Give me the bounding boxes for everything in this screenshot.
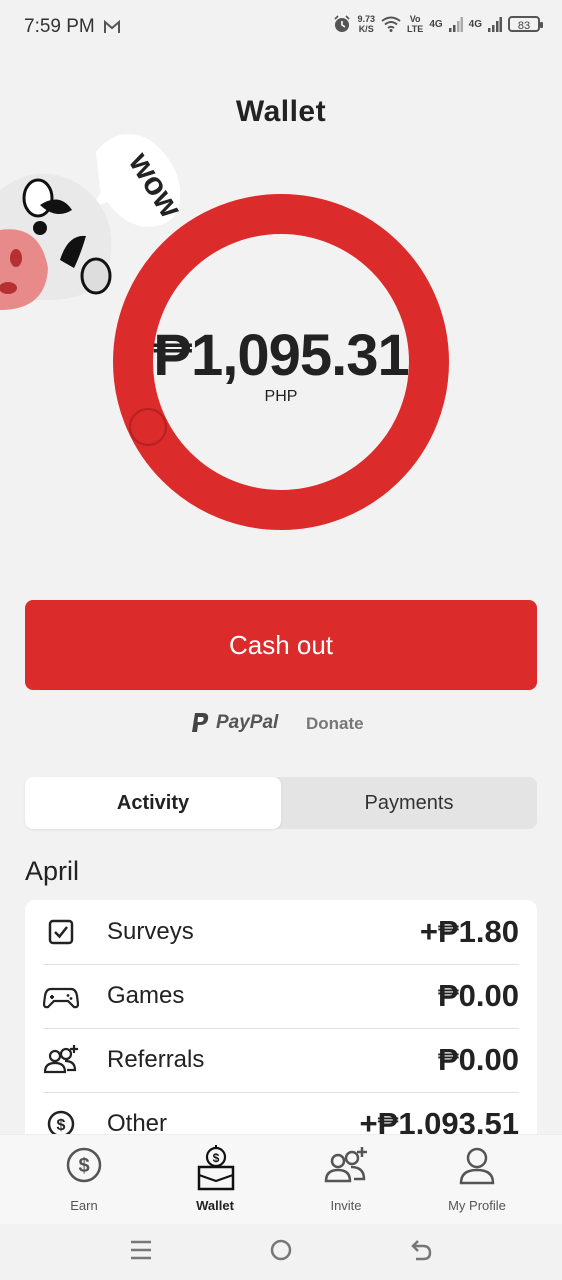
network-type-2: 4G <box>468 18 482 30</box>
nav-label: Wallet <box>196 1198 234 1213</box>
nav-label: Invite <box>330 1198 362 1213</box>
speed-value: 9.73 <box>357 14 375 24</box>
wallet-currency: PHP <box>264 388 298 405</box>
add-users-icon <box>43 1045 78 1074</box>
svg-text:$: $ <box>213 1151 220 1165</box>
nav-wallet[interactable]: $ Wallet <box>150 1135 280 1225</box>
nav-invite[interactable]: Invite <box>281 1135 411 1225</box>
list-item-label: Games <box>107 982 185 1009</box>
list-item-label: Surveys <box>107 918 194 945</box>
list-item-label: Referrals <box>107 1046 205 1073</box>
donate-link[interactable]: Donate <box>306 714 364 734</box>
nav-my-profile[interactable]: My Profile <box>412 1135 542 1225</box>
wallet-balance: ₱1,095.31 <box>153 323 409 388</box>
status-bar: 7:59 PM 9.73 K/S Vo LTE 4G 4G 83 <box>0 0 562 56</box>
month-heading: April <box>25 856 80 886</box>
add-users-icon <box>324 1147 367 1183</box>
gamepad-icon <box>43 987 79 1009</box>
wallet-icon: $ <box>197 1145 235 1191</box>
back-icon[interactable] <box>410 1238 432 1262</box>
status-icons: 9.73 K/S Vo LTE 4G 4G 83 <box>333 14 543 34</box>
home-icon[interactable] <box>270 1238 292 1262</box>
network-speed: 9.73 K/S <box>357 14 375 34</box>
status-time: 7:59 PM <box>24 16 95 37</box>
list-item-games[interactable]: Games ₱0.00 <box>43 964 519 1029</box>
alarm-icon <box>334 15 351 32</box>
tab-payments[interactable]: Payments <box>281 777 537 829</box>
list-item-surveys[interactable]: Surveys +₱1.80 <box>43 900 519 965</box>
svg-text:$: $ <box>57 1117 66 1134</box>
paypal-link[interactable]: PayPal <box>190 712 278 734</box>
dollar-coin-icon: $ <box>66 1147 102 1183</box>
network-type-1: 4G <box>429 18 443 30</box>
volte-indicator: Vo LTE <box>407 14 423 34</box>
list-item-amount: +₱1.80 <box>419 914 519 949</box>
nav-label: My Profile <box>448 1198 506 1213</box>
battery-indicator: 83 <box>508 16 543 32</box>
paypal-icon <box>192 713 209 732</box>
menu-icon[interactable] <box>130 1238 152 1262</box>
volte-top: Vo <box>409 14 421 24</box>
gmail-icon <box>104 20 120 33</box>
signal-icon-1 <box>448 17 463 32</box>
user-profile-icon <box>459 1147 495 1185</box>
activity-tabs: Activity Payments <box>25 777 537 829</box>
bottom-navigation: $ Earn $ Wallet Invite My Profile <box>0 1134 562 1225</box>
nav-label: Earn <box>70 1198 98 1213</box>
system-navigation <box>0 1224 562 1280</box>
volte-bottom: LTE <box>406 24 424 34</box>
checkbox-icon <box>48 919 74 945</box>
page-title: Wallet <box>235 95 327 128</box>
list-item-amount: ₱0.00 <box>437 1042 519 1077</box>
signal-icon-2 <box>488 17 502 32</box>
list-item-referrals[interactable]: Referrals ₱0.00 <box>43 1028 519 1093</box>
tab-activity[interactable]: Activity <box>25 777 281 829</box>
svg-text:$: $ <box>78 1155 89 1177</box>
list-item-amount: ₱0.00 <box>437 978 519 1013</box>
cash-out-button[interactable]: Cash out <box>25 600 537 690</box>
speed-unit: K/S <box>358 24 374 34</box>
activity-list: Surveys +₱1.80 Games ₱0.00 Referrals ₱0.… <box>25 900 537 1160</box>
paypal-label: PayPal <box>216 712 279 733</box>
nav-earn[interactable]: $ Earn <box>19 1135 149 1225</box>
wifi-icon <box>381 16 401 32</box>
